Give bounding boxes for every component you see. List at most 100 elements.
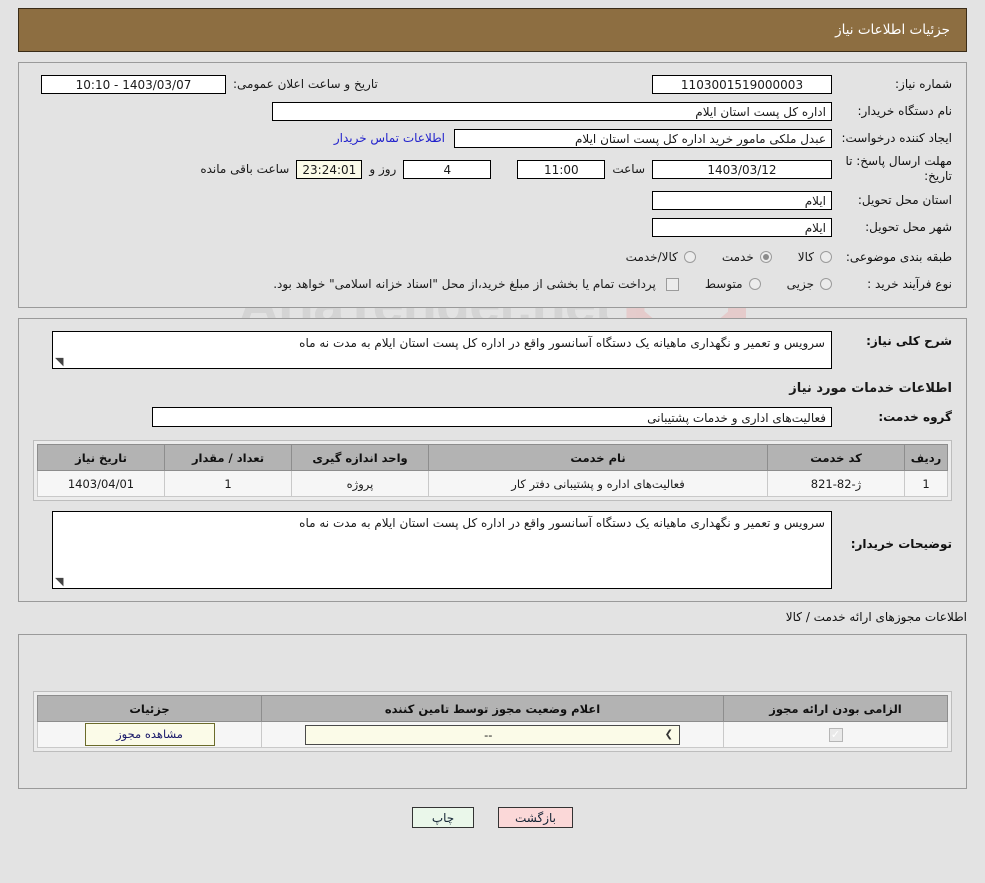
remaining-label: ساعت باقی مانده (200, 162, 290, 176)
details-panel: شرح کلی نیاز: سرویس و تعمیر و نگهداری ما… (18, 318, 967, 602)
category-option-khedmat[interactable]: خدمت (722, 250, 772, 264)
table-header-row: ردیف کد خدمت نام خدمت واحد اندازه گیری ت… (37, 444, 948, 471)
licenses-table-wrap: الزامی بودن ارائه مجوز اعلام وضعیت مجوز … (33, 691, 952, 752)
cell-required: ✓ (723, 721, 948, 748)
table-row: 1 ژ-82-821 فعالیت‌های اداره و پشتیبانی د… (37, 470, 948, 497)
remaining-days-value: 4 (403, 159, 492, 179)
col-date: تاریخ نیاز (37, 444, 165, 471)
process-radio-group: جزیی متوسط (679, 277, 832, 291)
cell-details: مشاهده مجوز (37, 721, 262, 748)
page-title: جزئیات اطلاعات نیاز (835, 22, 950, 38)
creator-value: عبدل ملکی مامور خرید اداره کل پست استان … (454, 128, 832, 148)
licenses-table: الزامی بودن ارائه مجوز اعلام وضعیت مجوز … (37, 695, 948, 748)
hour-label: ساعت (612, 162, 645, 176)
city-label: شهر محل تحویل: (865, 220, 952, 234)
footer-actions: بازگشت چاپ (0, 807, 985, 828)
category-label: طبقه بندی موضوعی: (845, 250, 952, 264)
required-checkbox-icon: ✓ (828, 727, 843, 742)
row-buyer-org: نام دستگاه خریدار: اداره کل پست استان ای… (33, 100, 952, 122)
process-option-jozi[interactable]: جزیی (787, 277, 832, 291)
view-license-button[interactable]: مشاهده مجوز (84, 723, 215, 746)
cell-date: 1403/04/01 (37, 470, 165, 497)
buyer-org-value: اداره کل پست استان ایلام (272, 101, 832, 121)
buyer-org-label: نام دستگاه خریدار: (857, 104, 953, 118)
creator-label: ایجاد کننده درخواست: (841, 131, 952, 145)
buyer-notes-label: توضیحات خریدار: (850, 537, 952, 551)
process-option-motavaset[interactable]: متوسط (705, 277, 761, 291)
treasury-docs-checkbox[interactable] (665, 277, 679, 291)
need-desc-label: شرح کلی نیاز: (866, 334, 952, 348)
license-status-value: -- (484, 727, 493, 742)
category-radio-group: کالا خدمت کالا/خدمت (600, 250, 832, 264)
cell-name: فعالیت‌های اداره و پشتیبانی دفتر کار (428, 470, 768, 497)
need-number-label: شماره نیاز: (895, 77, 952, 91)
license-status-select[interactable]: ❯ -- (305, 724, 680, 745)
row-process: نوع فرآیند خرید : جزیی متوسط پرداخت تمام… (33, 273, 952, 295)
announce-label: تاریخ و ساعت اعلان عمومی: (233, 77, 378, 91)
col-required: الزامی بودن ارائه مجوز (723, 695, 948, 722)
row-city: شهر محل تحویل: ایلام (33, 216, 952, 238)
service-group-label: گروه خدمت: (878, 410, 952, 424)
radio-icon[interactable] (759, 251, 772, 263)
col-details: جزئیات (37, 695, 262, 722)
need-desc-textarea[interactable]: سرویس و تعمیر و نگهداری ماهیانه یک دستگا… (52, 331, 832, 369)
province-value: ایلام (652, 190, 832, 210)
col-name: نام خدمت (428, 444, 768, 471)
cell-quantity: 1 (164, 470, 292, 497)
category-option-kala[interactable]: کالا (798, 250, 832, 264)
row-deadline: مهلت ارسال پاسخ: تا تاریخ: 1403/03/12 سا… (33, 154, 952, 184)
province-label: استان محل تحویل: (857, 193, 952, 207)
row-province: استان محل تحویل: ایلام (33, 189, 952, 211)
page-header: جزئیات اطلاعات نیاز (18, 8, 967, 52)
chevron-down-icon: ❯ (664, 728, 673, 740)
category-option-label: خدمت (721, 250, 754, 264)
radio-icon[interactable] (820, 278, 832, 290)
category-option-kala-khedmat[interactable]: کالا/خدمت (626, 250, 696, 264)
need-number-value: 1103001519000003 (652, 74, 832, 94)
row-service-group: گروه خدمت: فعالیت‌های اداری و خدمات پشتی… (33, 406, 952, 428)
service-group-value: فعالیت‌های اداری و خدمات پشتیبانی (152, 407, 832, 427)
col-status: اعلام وضعیت مجوز توسط تامین کننده (261, 695, 724, 722)
process-option-label: متوسط (704, 277, 743, 291)
table-row: ✓ ❯ -- مشاهده مجوز (37, 721, 948, 748)
buyer-contact-link[interactable]: اطلاعات تماس خریدار (325, 131, 454, 145)
row-buyer-notes: توضیحات خریدار: سرویس و تعمیر و نگهداری … (33, 511, 952, 589)
process-option-label: جزیی (786, 277, 814, 291)
cell-code: ژ-82-821 (767, 470, 905, 497)
row-creator: ایجاد کننده درخواست: عبدل ملکی مامور خری… (33, 127, 952, 149)
summary-panel: شماره نیاز: 1103001519000003 تاریخ و ساع… (18, 62, 967, 308)
services-table: ردیف کد خدمت نام خدمت واحد اندازه گیری ت… (37, 444, 948, 497)
radio-icon[interactable] (683, 251, 696, 263)
deadline-date-value: 1403/03/12 (652, 159, 832, 179)
col-unit: واحد اندازه گیری (291, 444, 429, 471)
buyer-notes-textarea[interactable]: سرویس و تعمیر و نگهداری ماهیانه یک دستگا… (52, 511, 832, 589)
resize-grip-icon[interactable]: ◤ (55, 575, 65, 588)
back-button[interactable]: بازگشت (498, 807, 573, 828)
col-code: کد خدمت (767, 444, 905, 471)
countdown-value: 23:24:01 (296, 159, 363, 179)
deadline-time-value: 11:00 (517, 159, 606, 179)
licenses-caption: اطلاعات مجوزهای ارائه خدمت / کالا (785, 610, 967, 624)
services-section-title: اطلاعات خدمات مورد نیاز (789, 381, 952, 396)
table-header-row: الزامی بودن ارائه مجوز اعلام وضعیت مجوز … (37, 695, 948, 722)
cell-radif: 1 (904, 470, 948, 497)
licenses-panel: الزامی بودن ارائه مجوز اعلام وضعیت مجوز … (18, 634, 967, 789)
col-quantity: تعداد / مقدار (164, 444, 292, 471)
category-option-label: کالا/خدمت (625, 250, 678, 264)
process-label: نوع فرآیند خرید : (867, 277, 952, 291)
radio-icon[interactable] (748, 278, 761, 290)
cell-status: ❯ -- (261, 721, 724, 748)
city-value: ایلام (652, 217, 832, 237)
row-category: طبقه بندی موضوعی: کالا خدمت کالا/خدمت (33, 246, 952, 268)
print-button[interactable]: چاپ (412, 807, 474, 828)
radio-icon[interactable] (820, 251, 832, 263)
need-desc-value: سرویس و تعمیر و نگهداری ماهیانه یک دستگا… (299, 336, 825, 350)
announce-value: 1403/03/07 - 10:10 (41, 74, 226, 94)
services-table-wrap: ردیف کد خدمت نام خدمت واحد اندازه گیری ت… (33, 440, 952, 501)
cell-unit: پروژه (291, 470, 429, 497)
resize-grip-icon[interactable]: ◤ (55, 355, 65, 368)
treasury-note: پرداخت تمام یا بخشی از مبلغ خرید،از محل … (273, 277, 656, 291)
category-option-label: کالا (797, 250, 814, 264)
row-need-description: شرح کلی نیاز: سرویس و تعمیر و نگهداری ما… (33, 331, 952, 369)
buyer-notes-value: سرویس و تعمیر و نگهداری ماهیانه یک دستگا… (299, 516, 825, 530)
